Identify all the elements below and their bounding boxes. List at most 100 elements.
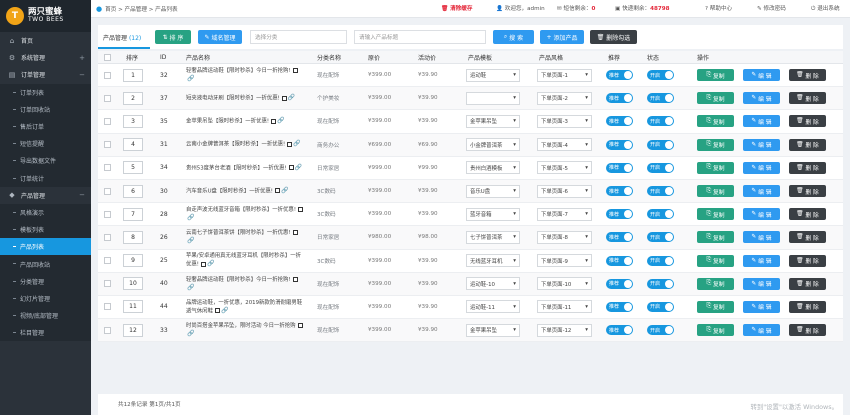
delete-button[interactable]: 🗑 删 除 (789, 92, 826, 105)
link-icon[interactable]: 🔗 (207, 260, 214, 267)
qrcode-icon[interactable] (287, 141, 293, 147)
qrcode-icon[interactable] (271, 118, 277, 124)
row-checkbox[interactable] (104, 117, 111, 125)
sidebar-item[interactable]: 订单列表 (0, 83, 91, 101)
clear-cache-button[interactable]: 🗑 清除缓存 (441, 4, 472, 12)
select-all-checkbox[interactable] (104, 53, 111, 61)
domain-management-button[interactable]: ✎ 域名管理 (198, 30, 242, 44)
link-icon[interactable]: 🔗 (187, 330, 194, 337)
sort-order-input[interactable]: 3 (123, 114, 143, 128)
row-checkbox[interactable] (104, 326, 111, 334)
batch-delete-button[interactable]: 🗑 删除勾选 (590, 30, 637, 44)
logout-link[interactable]: ⏻ 退出系统 (811, 4, 840, 13)
style-select[interactable]: 下单页面-4 ▾ (537, 138, 592, 152)
style-select[interactable]: 下单页面-3 ▾ (537, 114, 592, 128)
template-select[interactable]: 金苹果吊坠 ▾ (466, 114, 520, 128)
recommend-toggle[interactable]: 推荐 (606, 232, 633, 243)
sidebar-item[interactable]: 售后订单 (0, 117, 91, 136)
copy-button[interactable]: ⎘ 复制 (697, 254, 734, 267)
style-select[interactable]: 下单页面-7 ▾ (537, 207, 592, 221)
recommend-toggle[interactable]: 推荐 (606, 139, 633, 150)
style-select[interactable]: 下单页面-5 ▾ (537, 161, 592, 175)
sidebar-item[interactable]: ◆ 产品管理 − (0, 187, 91, 204)
recommend-toggle[interactable]: 推荐 (606, 116, 633, 127)
edit-button[interactable]: ✎ 编 辑 (743, 231, 780, 244)
style-select[interactable]: 下单页面-10 ▾ (537, 277, 592, 291)
sidebar-item[interactable]: ⚙ 系统管理 + (0, 49, 91, 66)
qrcode-icon[interactable] (292, 276, 298, 282)
sidebar-item[interactable]: 视频/底部管理 (0, 307, 91, 325)
template-select[interactable]: 运动鞋-10 ▾ (466, 277, 520, 291)
template-select[interactable]: 七子饼普洱茶 ▾ (466, 230, 520, 244)
link-icon[interactable]: 🔗 (221, 307, 228, 314)
style-select[interactable]: 下单页面-8 ▾ (537, 230, 592, 244)
edit-button[interactable]: ✎ 编 辑 (743, 185, 780, 198)
row-checkbox[interactable] (104, 141, 111, 149)
template-select[interactable]: 小金牌普洱茶 ▾ (466, 138, 520, 152)
copy-button[interactable]: ⎘ 复制 (697, 324, 734, 337)
style-select[interactable]: 下单页面-6 ▾ (537, 184, 592, 198)
row-checkbox[interactable] (104, 303, 111, 311)
link-icon[interactable]: 🔗 (187, 237, 194, 244)
qrcode-icon[interactable] (288, 165, 294, 171)
sort-order-input[interactable]: 10 (123, 277, 143, 291)
template-select[interactable]: 运动鞋 ▾ (466, 68, 520, 82)
sidebar-item[interactable]: ⌂ 首页 (0, 32, 91, 49)
sort-order-input[interactable]: 5 (123, 161, 143, 175)
delete-button[interactable]: 🗑 删 除 (789, 69, 826, 82)
copy-button[interactable]: ⎘ 复制 (697, 185, 734, 198)
style-select[interactable]: 下单页面-9 ▾ (537, 254, 592, 268)
row-checkbox[interactable] (104, 164, 111, 172)
copy-button[interactable]: ⎘ 复制 (697, 138, 734, 151)
link-icon[interactable]: 🔗 (293, 140, 300, 147)
qrcode-icon[interactable] (297, 206, 303, 212)
delete-button[interactable]: 🗑 删 除 (789, 277, 826, 290)
delete-button[interactable]: 🗑 删 除 (789, 138, 826, 151)
qrcode-icon[interactable] (292, 230, 298, 236)
edit-button[interactable]: ✎ 编 辑 (743, 208, 780, 221)
sidebar-item[interactable]: ▤ 订单管理 − (0, 66, 91, 83)
edit-button[interactable]: ✎ 编 辑 (743, 277, 780, 290)
add-product-button[interactable]: + 添加产品 (540, 30, 584, 44)
sort-order-input[interactable]: 8 (123, 230, 143, 244)
copy-button[interactable]: ⎘ 复制 (697, 277, 734, 290)
status-toggle[interactable]: 开启 (647, 186, 674, 197)
copy-button[interactable]: ⎘ 复制 (697, 69, 734, 82)
edit-button[interactable]: ✎ 编 辑 (743, 115, 780, 128)
recommend-toggle[interactable]: 推荐 (606, 255, 633, 266)
link-icon[interactable]: 🔗 (187, 214, 194, 221)
sort-order-input[interactable]: 2 (123, 91, 143, 105)
style-select[interactable]: 下单页面-1 ▾ (537, 68, 592, 82)
recommend-toggle[interactable]: 推荐 (606, 93, 633, 104)
delete-button[interactable]: 🗑 删 除 (789, 115, 826, 128)
copy-button[interactable]: ⎘ 复制 (697, 300, 734, 313)
sort-order-input[interactable]: 11 (123, 300, 143, 314)
status-toggle[interactable]: 开启 (647, 232, 674, 243)
change-password-link[interactable]: ✎ 修改密码 (757, 4, 786, 12)
delete-button[interactable]: 🗑 删 除 (789, 208, 826, 221)
qrcode-icon[interactable] (200, 261, 206, 267)
sort-order-input[interactable]: 6 (123, 184, 143, 198)
sort-order-input[interactable]: 7 (123, 207, 143, 221)
sort-order-input[interactable]: 9 (123, 254, 143, 268)
row-checkbox[interactable] (104, 187, 111, 195)
recommend-toggle[interactable]: 推荐 (606, 301, 633, 312)
recommend-toggle[interactable]: 推荐 (606, 278, 633, 289)
tab-product-management[interactable]: 产品管理 (12) (103, 33, 141, 42)
sidebar-item[interactable]: 栏目管理 (0, 324, 91, 342)
status-toggle[interactable]: 开启 (647, 278, 674, 289)
sort-order-input[interactable]: 12 (123, 323, 143, 337)
copy-button[interactable]: ⎘ 复制 (697, 115, 734, 128)
sidebar-item[interactable]: 产品回收站 (0, 255, 91, 273)
link-icon[interactable]: 🔗 (187, 75, 194, 82)
sidebar-item[interactable]: 分类管理 (0, 272, 91, 290)
template-select[interactable]: 音乐U盘 ▾ (466, 184, 520, 198)
recommend-toggle[interactable]: 推荐 (606, 70, 633, 81)
row-checkbox[interactable] (104, 280, 111, 288)
qrcode-icon[interactable] (297, 322, 303, 328)
sidebar-item[interactable]: 幻灯片管理 (0, 289, 91, 307)
style-select[interactable]: 下单页面-11 ▾ (537, 300, 592, 314)
sidebar-item[interactable]: 模板列表 (0, 221, 91, 239)
sidebar-item[interactable]: 风格演示 (0, 203, 91, 222)
status-toggle[interactable]: 开启 (647, 93, 674, 104)
